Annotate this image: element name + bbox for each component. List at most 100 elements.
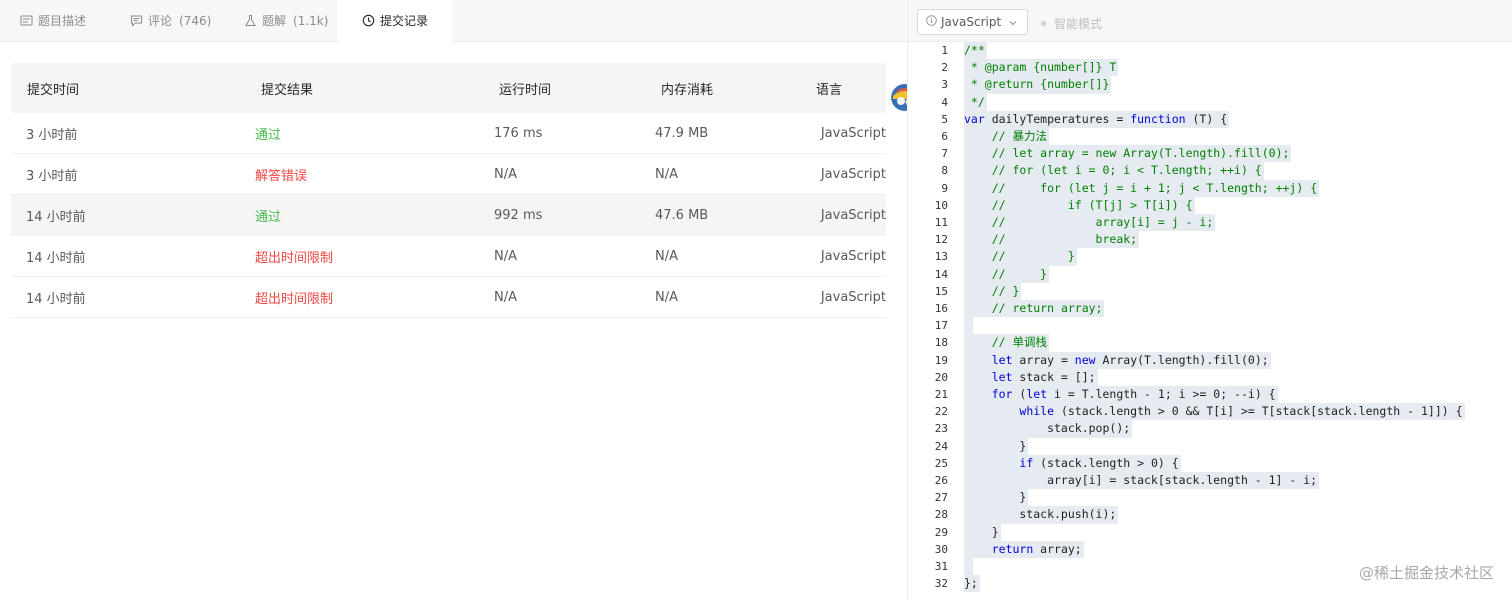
line-number: 3	[941, 78, 948, 92]
info-icon	[926, 15, 937, 29]
code-text: // array[i] = j - i;	[964, 214, 1216, 232]
cell-runtime: 176 ms	[494, 125, 543, 141]
header-memory: 内存消耗	[661, 82, 714, 98]
cell-runtime: N/A	[494, 248, 517, 264]
code-text: // for (let i = 0; i < T.length; ++i) {	[964, 162, 1264, 180]
clock-icon	[362, 14, 375, 27]
tab-submissions[interactable]: 提交记录	[338, 0, 452, 42]
code-text	[964, 317, 973, 335]
code-text: }	[964, 523, 1001, 541]
tab-description-label: 题目描述	[38, 14, 87, 28]
submissions-table: 提交时间 提交结果 运行时间 内存消耗 语言 3 小时前 通过 176 ms 4…	[11, 63, 886, 318]
code-text: let array = new Array(T.length).fill(0);	[964, 351, 1271, 369]
line-number: 20	[934, 370, 948, 384]
line-number: 9	[941, 181, 948, 195]
table-row: 14 小时前 超出时间限制 N/A N/A JavaScript	[11, 277, 886, 318]
cell-time: 3 小时前	[26, 168, 78, 184]
line-number: 19	[934, 353, 948, 367]
code-text: // let array = new Array(T.length).fill(…	[964, 145, 1292, 163]
line-number: 2	[941, 61, 948, 75]
cell-memory: 47.6 MB	[655, 207, 709, 223]
code-text: stack.push(i);	[964, 506, 1119, 524]
cell-result-link[interactable]: 超出时间限制	[255, 247, 494, 266]
line-number: 21	[934, 388, 948, 401]
code-text: stack.pop();	[964, 420, 1133, 438]
cell-runtime: N/A	[494, 289, 517, 305]
code-text: // break;	[964, 231, 1140, 249]
language-select[interactable]: JavaScript	[917, 9, 1028, 35]
line-number: 10	[934, 198, 948, 212]
cell-result-link[interactable]: 超出时间限制	[255, 288, 494, 307]
tab-description[interactable]: 题目描述	[0, 0, 112, 41]
code-text: }	[964, 489, 1029, 507]
line-number: 26	[934, 474, 948, 487]
code-text: array[i] = stack[stack.length - 1] - i;	[964, 472, 1320, 490]
line-number: 32	[934, 577, 948, 591]
code-text: var dailyTemperatures = function (T) {	[964, 110, 1230, 128]
cell-time: 14 小时前	[26, 291, 86, 307]
line-number: 6	[941, 130, 948, 143]
cell-language: JavaScript	[820, 125, 886, 141]
code-text: let stack = [];	[964, 368, 1098, 386]
tab-solutions-count: (1.1k)	[293, 13, 329, 28]
cell-result-link[interactable]: 解答错误	[255, 165, 494, 184]
code-text: /**	[964, 42, 987, 60]
line-number: 8	[941, 164, 948, 178]
tab-bar: 题目描述 评论 (746) 题解 (1.1k) 提交记录	[0, 0, 906, 42]
cell-runtime: N/A	[494, 166, 517, 182]
tab-solutions[interactable]: 题解 (1.1k)	[226, 0, 338, 41]
tab-comments-label: 评论	[148, 14, 173, 28]
code-text: };	[964, 575, 980, 593]
tab-submissions-label: 提交记录	[380, 14, 429, 28]
editor-toolbar: JavaScript 智能模式	[908, 0, 1512, 42]
cell-language: JavaScript	[820, 207, 886, 223]
cell-language: JavaScript	[820, 248, 886, 264]
code-editor[interactable]: 1 /** 2 * @param {number[]} T 3 * @return {…	[908, 42, 1512, 600]
left-panel: 题目描述 评论 (746) 题解 (1.1k) 提交记录 提交时间 提交结果 运…	[0, 0, 906, 600]
table-row: 14 小时前 通过 992 ms 47.6 MB JavaScript	[11, 195, 886, 236]
cell-result-link[interactable]: 通过	[255, 206, 494, 225]
line-number: 22	[934, 405, 948, 419]
line-number: 4	[941, 95, 948, 109]
header-result: 提交结果	[261, 82, 314, 98]
code-text: // return array;	[964, 300, 1105, 318]
cell-time: 14 小时前	[26, 209, 86, 225]
tab-comments[interactable]: 评论 (746)	[112, 0, 226, 41]
cell-memory: N/A	[655, 166, 678, 182]
code-text: // if (T[j] > T[i]) {	[964, 196, 1195, 214]
line-number: 28	[934, 508, 948, 522]
line-number: 11	[934, 216, 948, 229]
code-text: }	[964, 437, 1029, 455]
line-number: 14	[934, 267, 948, 281]
line-number: 30	[934, 542, 948, 556]
cell-result-link[interactable]: 通过	[255, 124, 494, 143]
code-text: return array;	[964, 540, 1084, 558]
code-text: * @return {number[]}	[964, 76, 1112, 94]
header-time: 提交时间	[27, 82, 80, 98]
cell-time: 3 小时前	[26, 127, 78, 143]
line-number: 5	[941, 112, 948, 126]
watermark: @稀土掘金技术社区	[1358, 564, 1494, 582]
code-text: // }	[964, 265, 1050, 283]
line-number: 15	[934, 284, 948, 298]
right-panel: JavaScript 智能模式 1 /** 2 * @param {number[]…	[907, 0, 1512, 600]
toggle-dot-icon	[1041, 21, 1046, 26]
code-text: for (let i = T.length - 1; i >= 0; --i) …	[964, 386, 1278, 404]
tab-solutions-label: 题解	[262, 14, 287, 28]
language-select-value: JavaScript	[941, 15, 1002, 29]
cell-memory: 47.9 MB	[655, 125, 709, 141]
code-text: * @param {number[]} T	[964, 59, 1119, 77]
line-number: 29	[934, 525, 948, 539]
table-row: 14 小时前 超出时间限制 N/A N/A JavaScript	[11, 236, 886, 277]
smart-mode-toggle[interactable]: 智能模式	[1041, 15, 1102, 32]
code-text: */	[964, 93, 987, 111]
code-text: // 单调栈	[964, 334, 1049, 352]
flask-icon	[244, 14, 257, 27]
code-text	[964, 558, 973, 576]
line-number: 18	[934, 336, 948, 350]
smart-mode-label: 智能模式	[1054, 17, 1103, 31]
code-text: // }	[964, 282, 1022, 300]
code-text: // }	[964, 248, 1077, 266]
table-row: 3 小时前 通过 176 ms 47.9 MB JavaScript	[11, 113, 886, 154]
cell-time: 14 小时前	[26, 250, 86, 266]
